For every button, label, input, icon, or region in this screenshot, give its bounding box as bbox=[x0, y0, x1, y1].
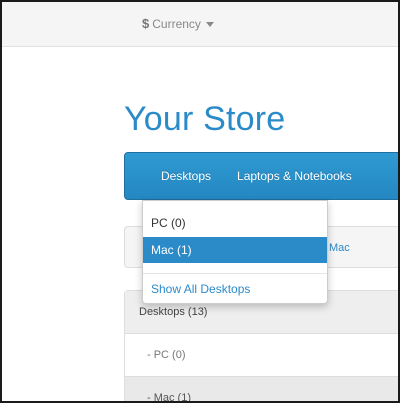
chevron-down-icon bbox=[205, 21, 214, 27]
main-menu: Desktops Laptops & Notebooks bbox=[124, 152, 398, 200]
category-list: Desktops (13) - PC (0) - Mac (1) bbox=[124, 290, 398, 401]
breadcrumb-mac-link[interactable]: Mac bbox=[329, 242, 350, 254]
currency-label: Currency bbox=[152, 16, 201, 31]
dropdown-divider bbox=[143, 273, 327, 274]
desktops-dropdown-menu: PC (0) Mac (1) Show All Desktops bbox=[142, 200, 328, 304]
dropdown-item-pc[interactable]: PC (0) bbox=[143, 210, 327, 236]
store-logo[interactable]: Your Store bbox=[124, 100, 285, 139]
show-all-desktops-link[interactable]: Show All Desktops bbox=[143, 277, 327, 301]
category-item-pc[interactable]: - PC (0) bbox=[125, 334, 398, 377]
menu-item-desktops[interactable]: Desktops bbox=[125, 169, 224, 183]
top-bar: $ Currency bbox=[2, 2, 398, 47]
menu-item-laptops-notebooks[interactable]: Laptops & Notebooks bbox=[224, 169, 365, 183]
currency-dropdown[interactable]: $ Currency bbox=[142, 16, 214, 31]
category-item-mac[interactable]: - Mac (1) bbox=[125, 377, 398, 401]
dropdown-item-mac[interactable]: Mac (1) bbox=[143, 237, 327, 263]
browser-viewport: $ Currency Your Store Desktops Laptops &… bbox=[0, 0, 400, 403]
currency-symbol: $ bbox=[142, 16, 150, 31]
